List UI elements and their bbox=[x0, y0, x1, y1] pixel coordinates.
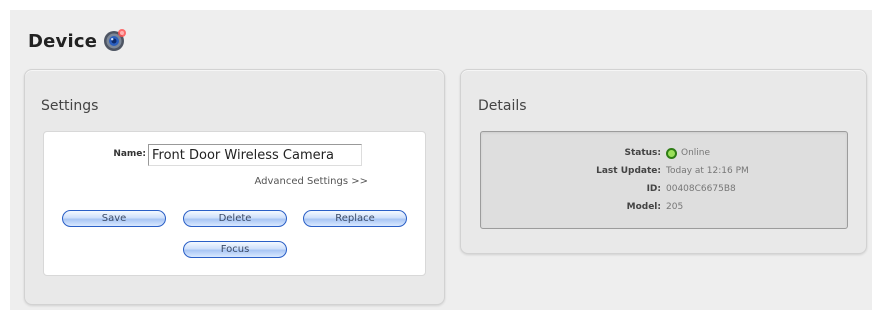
camera-icon bbox=[104, 29, 126, 51]
advanced-settings-link[interactable]: Advanced Settings >> bbox=[244, 176, 368, 187]
settings-title: Settings bbox=[41, 98, 99, 114]
name-field[interactable] bbox=[148, 144, 362, 166]
last-update-value: Today at 12:16 PM bbox=[666, 166, 749, 176]
page-title: Device bbox=[28, 31, 98, 52]
last-update-label: Last Update: bbox=[596, 166, 661, 176]
id-value: 00408C6675B8 bbox=[666, 184, 736, 194]
save-button[interactable]: Save bbox=[62, 210, 166, 227]
focus-button[interactable]: Focus bbox=[183, 241, 287, 258]
replace-button[interactable]: Replace bbox=[303, 210, 407, 227]
name-label: Name: bbox=[113, 149, 146, 159]
details-title: Details bbox=[478, 98, 527, 114]
id-label: ID: bbox=[646, 184, 661, 194]
model-value: 205 bbox=[666, 202, 684, 212]
model-label: Model: bbox=[626, 202, 661, 212]
details-panel: Details Status: Online Last Update: Toda… bbox=[460, 69, 867, 254]
details-box: Status: Online Last Update: Today at 12:… bbox=[480, 131, 848, 229]
settings-panel: Settings Name: Advanced Settings >> Save… bbox=[24, 69, 445, 305]
status-value: Online bbox=[681, 148, 711, 158]
status-online-icon bbox=[666, 148, 677, 159]
status-label: Status: bbox=[624, 148, 661, 158]
settings-form: Name: Advanced Settings >> Save Delete R… bbox=[43, 131, 426, 276]
delete-button[interactable]: Delete bbox=[183, 210, 287, 227]
